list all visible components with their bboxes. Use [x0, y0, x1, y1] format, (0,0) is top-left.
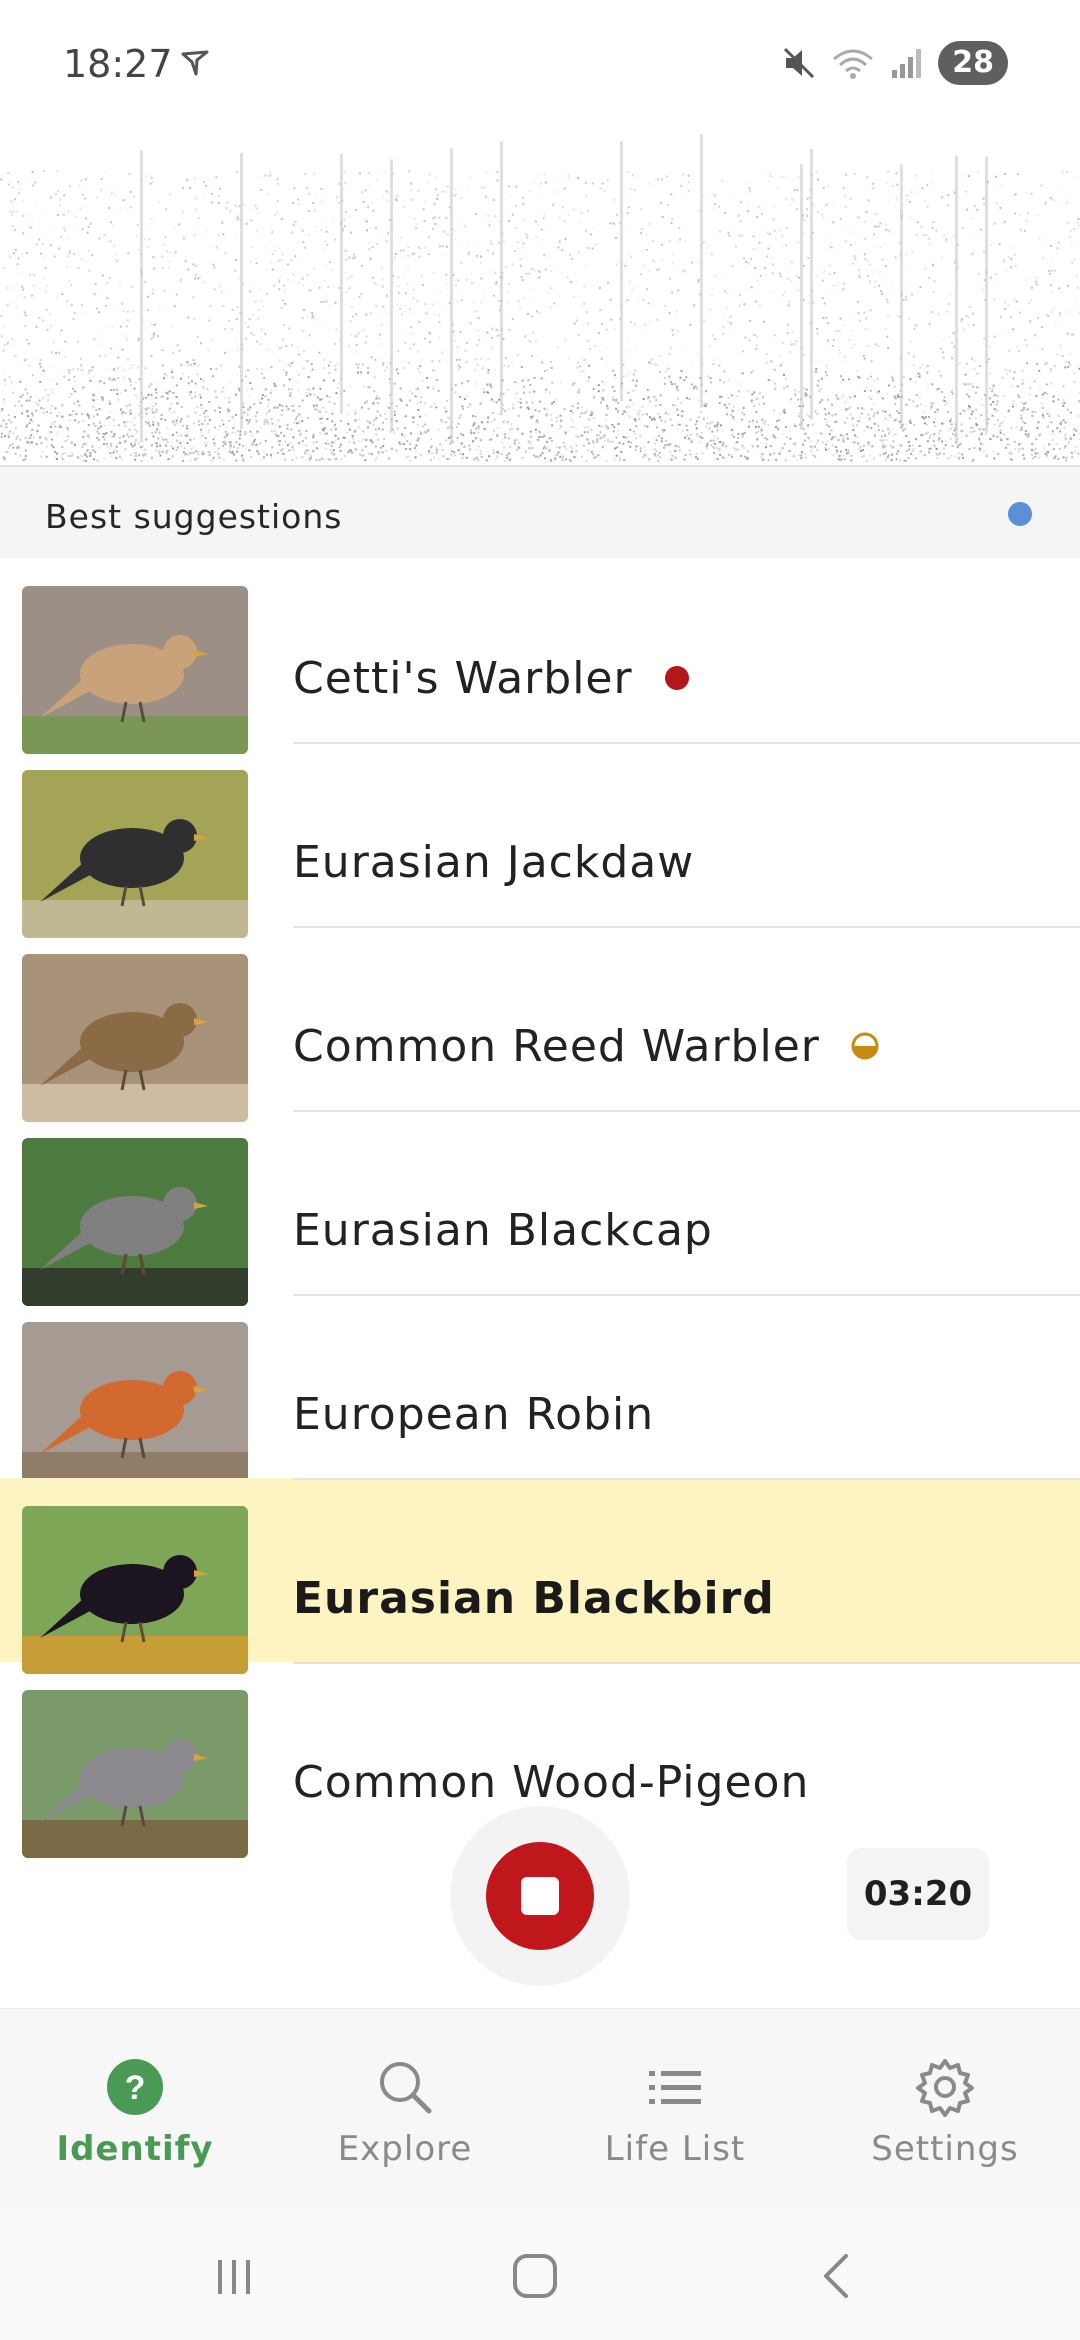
record-control: [450, 1806, 630, 1986]
status-icons: 28: [782, 38, 1008, 88]
list-item[interactable]: Eurasian Blackbird: [0, 1478, 1080, 1674]
list-item[interactable]: Eurasian Jackdaw: [0, 742, 1080, 938]
status-indicator-dot: [1008, 502, 1032, 526]
status-bar: 18:27 28: [0, 0, 1080, 120]
nav-label: Life List: [604, 2129, 746, 2169]
list-item[interactable]: Eurasian Blackcap: [0, 1110, 1080, 1306]
species-list: Cetti's Warbler Eurasian Jackdaw Common …: [0, 558, 1080, 1858]
species-name: Cetti's Warbler: [293, 652, 633, 704]
species-name: Eurasian Blackbird: [293, 1572, 775, 1624]
suggestions-title: Best suggestions: [45, 497, 343, 536]
search-icon: [380, 2062, 432, 2114]
list-icon: [649, 2071, 701, 2104]
bird-thumbnail: [22, 1322, 248, 1490]
svg-text:?: ?: [125, 2069, 146, 2107]
bird-image: [22, 1322, 248, 1490]
list-item[interactable]: Cetti's Warbler: [0, 558, 1080, 754]
system-nav-bar: [0, 2204, 1080, 2340]
nav-label: Explore: [337, 2129, 473, 2169]
species-name: European Robin: [293, 1388, 655, 1440]
bird-image: [22, 770, 248, 938]
stop-icon: [521, 1877, 559, 1915]
nav-identify[interactable]: ? Identify: [0, 2009, 270, 2205]
nav-life-list[interactable]: Life List: [540, 2009, 810, 2205]
bird-thumbnail: [22, 954, 248, 1122]
bird-thumbnail: [22, 1506, 248, 1674]
gear-icon: [916, 2059, 974, 2117]
suggestions-header: Best suggestions: [0, 465, 1080, 558]
bird-image: [22, 1138, 248, 1306]
bird-thumbnail: [22, 586, 248, 754]
list-item[interactable]: European Robin: [0, 1294, 1080, 1490]
nav-label: Identify: [56, 2129, 214, 2169]
battery-badge: 28: [938, 41, 1008, 85]
nav-label: Settings: [871, 2129, 1019, 2169]
question-circle-icon: ?: [107, 2059, 163, 2115]
spectrogram: [0, 120, 1080, 465]
red-dot-icon: [664, 666, 689, 690]
back-icon[interactable]: [808, 2246, 868, 2306]
status-time: 18:27: [63, 42, 173, 86]
recent-apps-icon[interactable]: [204, 2246, 264, 2306]
bird-image: [22, 586, 248, 754]
species-name: Eurasian Jackdaw: [293, 836, 695, 888]
bird-thumbnail: [22, 770, 248, 938]
home-icon[interactable]: [505, 2246, 565, 2306]
recording-timer: 03:20: [847, 1848, 989, 1940]
bird-image: [22, 1506, 248, 1674]
half-circle-icon: [851, 1032, 879, 1060]
nav-settings[interactable]: Settings: [810, 2009, 1080, 2205]
bird-thumbnail: [22, 1138, 248, 1306]
species-name: Common Wood-Pigeon: [293, 1756, 810, 1808]
bird-image: [22, 954, 248, 1122]
bottom-nav: ? Identify Explore Life List Settings: [0, 2008, 1080, 2204]
species-name: Common Reed Warbler: [293, 1020, 820, 1072]
wifi-icon: [833, 49, 874, 79]
navigation-arrow-icon: [181, 50, 209, 76]
bird-image: [22, 1690, 248, 1858]
stop-recording-button[interactable]: [486, 1842, 594, 1950]
nav-explore[interactable]: Explore: [270, 2009, 540, 2205]
mute-icon: [784, 47, 815, 79]
species-name: Eurasian Blackcap: [293, 1204, 713, 1256]
list-item[interactable]: Common Reed Warbler: [0, 926, 1080, 1122]
bird-thumbnail: [22, 1690, 248, 1858]
signal-icon: [892, 49, 922, 78]
